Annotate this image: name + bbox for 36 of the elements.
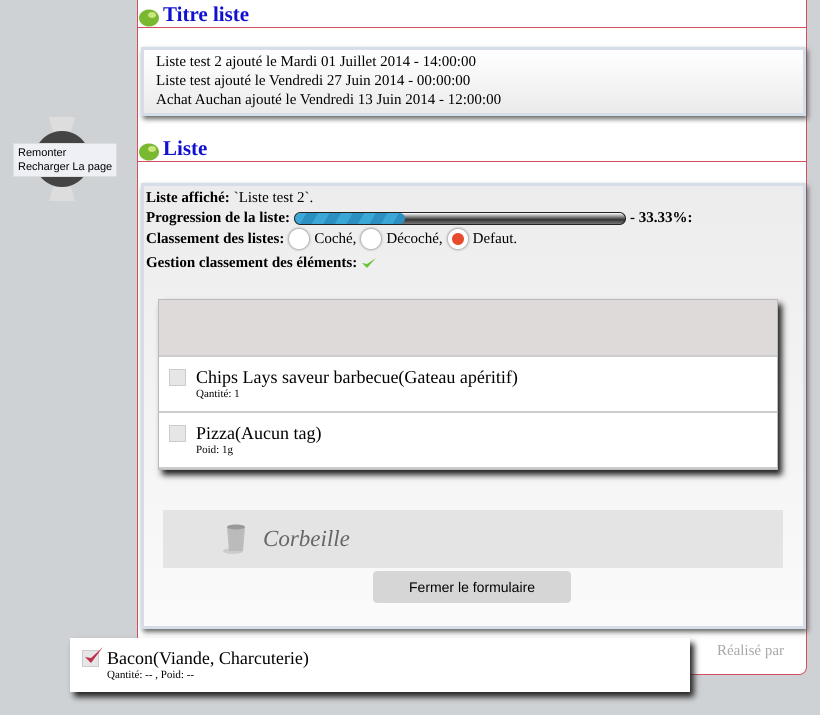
checkmark-icon[interactable] bbox=[361, 257, 378, 269]
item-name: Pizza(Aucun tag) bbox=[196, 422, 322, 444]
info-label: Progression de la liste: bbox=[146, 210, 290, 226]
checkbox[interactable] bbox=[169, 369, 186, 386]
saved-list-entry[interactable]: Liste test ajouté le Vendredi 27 Juin 2014 - 00:00:00 bbox=[156, 72, 793, 91]
menu-link[interactable]: Recharger La page bbox=[18, 160, 112, 174]
checkbox[interactable] bbox=[169, 425, 186, 442]
apple-icon bbox=[138, 141, 160, 161]
item-detail: Qantité: 1 bbox=[196, 388, 241, 400]
radio-label: Décoché, bbox=[386, 230, 443, 248]
info-label: Liste affiché: bbox=[146, 190, 230, 206]
trash-label: Corbeille bbox=[263, 526, 350, 552]
section-title: Liste bbox=[163, 136, 208, 161]
item-name: Bacon(Viande, Charcuterie) bbox=[107, 647, 309, 669]
radio-button[interactable] bbox=[360, 228, 382, 250]
credit-text: Réalisé par bbox=[716, 643, 784, 660]
progress-reading: - 33.33%: bbox=[630, 210, 693, 226]
menu-link[interactable]: Remonter bbox=[18, 146, 112, 160]
saved-list-entry[interactable]: Achat Auchan ajouté le Vendredi 13 Juin 2014 - 12:00:00 bbox=[156, 91, 793, 110]
apple-icon bbox=[138, 7, 160, 27]
trash-zone[interactable]: Corbeille bbox=[163, 510, 783, 568]
info-label: Classement des listes: bbox=[146, 230, 284, 248]
saved-list-entry[interactable]: Liste test 2 ajouté le Mardi 01 Juillet 2014 - 14:00:00 bbox=[156, 53, 793, 72]
item-detail: Poid: 1g bbox=[196, 444, 234, 456]
radio-label: Defaut. bbox=[472, 230, 518, 248]
info-label: Gestion classement des éléments: bbox=[146, 254, 358, 272]
info-value: `Liste test 2`. bbox=[234, 190, 314, 206]
radio-button[interactable] bbox=[446, 228, 469, 250]
section-title: Titre liste bbox=[163, 2, 250, 27]
list-item[interactable]: Chips Lays saveur barbecue(Gateau apéritif) Qantité: 1 bbox=[159, 357, 777, 413]
item-name: Chips Lays saveur barbecue(Gateau apéritif) bbox=[196, 366, 518, 388]
list-item[interactable]: Pizza(Aucun tag) Poid: 1g bbox=[159, 413, 777, 469]
item-detail: Qantité: -- , Poid: -- bbox=[107, 669, 196, 681]
radio-button[interactable] bbox=[288, 228, 310, 250]
close-form-button[interactable]: Fermer le formulaire bbox=[373, 571, 571, 603]
radio-label: Coché, bbox=[314, 230, 356, 248]
